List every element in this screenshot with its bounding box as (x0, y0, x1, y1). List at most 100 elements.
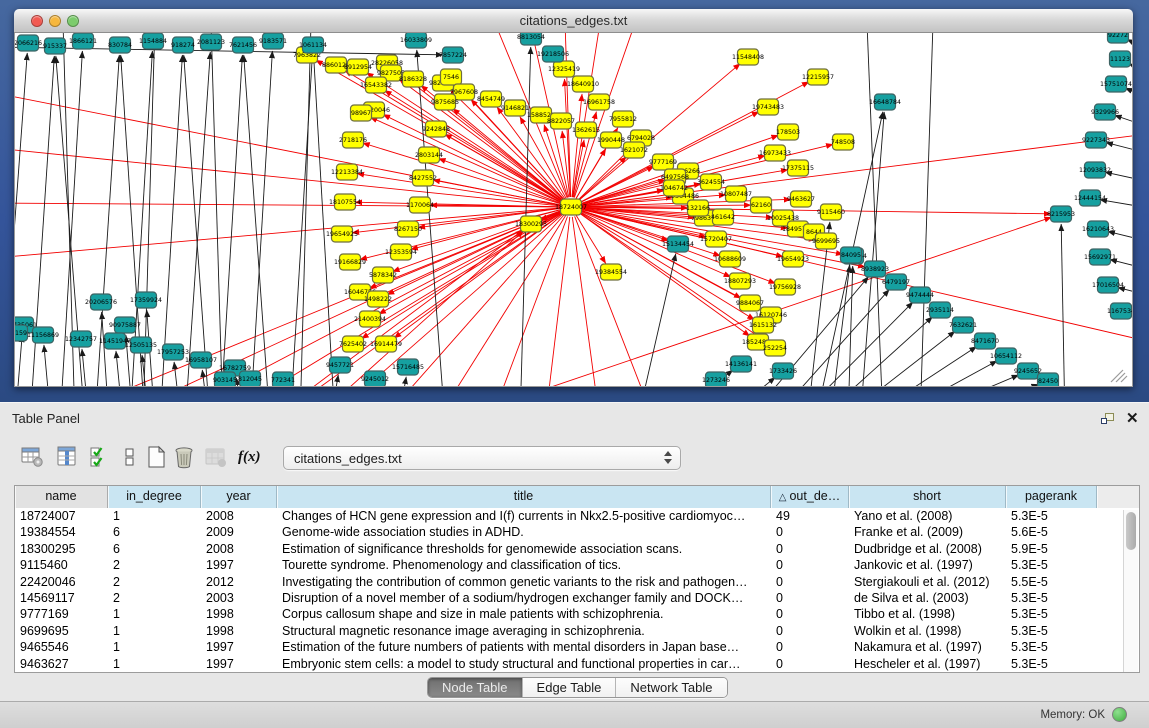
cell-title[interactable]: Changes of HCN gene expression and I(f) … (277, 508, 771, 524)
cell-in_degree[interactable]: 1 (108, 606, 201, 622)
row-height-icon[interactable] (118, 445, 144, 471)
cell-out_degree[interactable]: 0 (771, 574, 849, 590)
table-row[interactable]: 969969511998Structural magnetic resonanc… (15, 623, 1139, 639)
graph-edge[interactable] (250, 51, 272, 386)
cell-in_degree[interactable]: 1 (108, 508, 201, 524)
cell-pagerank[interactable]: 5.5E-5 (1006, 574, 1097, 590)
table-row[interactable]: 946362711997Embryonic stem cells: a mode… (15, 656, 1139, 672)
cell-pagerank[interactable]: 5.3E-5 (1006, 508, 1097, 524)
cell-out_degree[interactable]: 0 (771, 656, 849, 672)
scrollbar-thumb[interactable] (1126, 512, 1136, 550)
cell-pagerank[interactable]: 5.9E-5 (1006, 541, 1097, 557)
select-rows-icon[interactable] (88, 445, 114, 471)
graph-edge[interactable] (581, 209, 1132, 343)
close-icon[interactable]: ✕ (1126, 409, 1139, 427)
cell-out_degree[interactable]: 0 (771, 623, 849, 639)
float-window-icon[interactable] (1101, 413, 1117, 427)
graph-edge[interactable] (363, 143, 562, 204)
cell-title[interactable]: Corpus callosum shape and size in male p… (277, 606, 771, 622)
cell-year[interactable]: 1997 (201, 639, 277, 655)
canvas-resize-grip[interactable] (1111, 370, 1127, 382)
graph-edge[interactable] (1061, 224, 1065, 386)
tab-network-table[interactable]: Network Table (616, 678, 726, 697)
graph-edge[interactable] (920, 33, 933, 386)
table-row[interactable]: 911546021997Tourette syndrome. Phenomeno… (15, 557, 1139, 573)
cell-name[interactable]: 9465546 (15, 639, 108, 655)
cell-name[interactable]: 22420046 (15, 574, 108, 590)
cell-title[interactable]: Tourette syndrome. Phenomenology and cla… (277, 557, 771, 573)
cell-out_degree[interactable]: 0 (771, 606, 849, 622)
graph-edge[interactable] (300, 33, 311, 386)
cell-name[interactable]: 9463627 (15, 656, 108, 672)
graph-edge[interactable] (398, 377, 406, 386)
graph-edge[interactable] (815, 317, 933, 386)
cell-short[interactable]: Tibbo et al. (1998) (849, 606, 1006, 622)
graph-edge[interactable] (927, 384, 1039, 386)
cell-pagerank[interactable]: 5.3E-5 (1006, 606, 1097, 622)
cell-in_degree[interactable]: 2 (108, 557, 201, 573)
window-titlebar[interactable]: citations_edges.txt (14, 9, 1133, 33)
column-header-pagerank[interactable]: pagerank (1006, 486, 1097, 508)
cell-in_degree[interactable]: 6 (108, 541, 201, 557)
cell-pagerank[interactable]: 5.6E-5 (1006, 524, 1097, 540)
table-row[interactable]: 2242004622012Investigating the contribut… (15, 574, 1139, 590)
graph-edge[interactable] (490, 216, 567, 386)
cell-year[interactable]: 1997 (201, 557, 277, 573)
graph-edge[interactable] (185, 52, 210, 386)
table-row[interactable]: 1872400712008Changes of HCN gene express… (15, 508, 1139, 524)
cell-year[interactable]: 2009 (201, 524, 277, 540)
cell-name[interactable]: 9699695 (15, 623, 108, 639)
graph-edge[interactable] (174, 362, 181, 386)
graph-edge[interactable] (211, 33, 223, 386)
cell-in_degree[interactable]: 1 (108, 656, 201, 672)
cell-name[interactable]: 9115460 (15, 557, 108, 573)
graph-edge[interactable] (848, 266, 853, 386)
cell-name[interactable]: 18300295 (15, 541, 108, 557)
cell-year[interactable]: 2008 (201, 541, 277, 557)
cell-year[interactable]: 1997 (201, 656, 277, 672)
cell-in_degree[interactable]: 2 (108, 590, 201, 606)
cell-pagerank[interactable]: 5.3E-5 (1006, 639, 1097, 655)
graph-edge[interactable] (15, 335, 22, 386)
table-select[interactable]: citations_edges.txt (283, 446, 681, 470)
memory-indicator[interactable] (1112, 707, 1127, 722)
cell-title[interactable]: Genome-wide association studies in ADHD. (277, 524, 771, 540)
graph-edge[interactable] (1106, 142, 1132, 155)
function-builder-icon[interactable]: f(x) (238, 449, 264, 475)
graph-edge[interactable] (82, 349, 89, 386)
table-row[interactable]: 1456911722003Disruption of a novel membe… (15, 590, 1139, 606)
cell-name[interactable]: 19384554 (15, 524, 108, 540)
cell-year[interactable]: 2012 (201, 574, 277, 590)
cell-out_degree[interactable]: 0 (771, 590, 849, 606)
graph-edge[interactable] (793, 302, 913, 386)
cell-out_degree[interactable]: 0 (771, 541, 849, 557)
new-table-icon[interactable] (144, 445, 170, 471)
cell-title[interactable]: Embryonic stem cells: a model to study s… (277, 656, 771, 672)
graph-edge[interactable] (830, 265, 850, 386)
cell-title[interactable]: Investigating the contribution of common… (277, 574, 771, 590)
table-row[interactable]: 977716911998Corpus callosum shape and si… (15, 606, 1139, 622)
column-header-name[interactable]: name (15, 486, 108, 508)
table-settings-icon[interactable] (20, 445, 46, 471)
cell-short[interactable]: de Silva et al. (2003) (849, 590, 1006, 606)
cell-name[interactable]: 14569117 (15, 590, 108, 606)
import-table-icon[interactable] (204, 445, 230, 471)
graph-edge[interactable] (1114, 115, 1132, 129)
graph-edge[interactable] (575, 216, 655, 386)
cell-in_degree[interactable]: 6 (108, 524, 201, 540)
cell-out_degree[interactable]: 0 (771, 639, 849, 655)
column-header-year[interactable]: year (201, 486, 277, 508)
graph-edge[interactable] (160, 55, 182, 386)
graph-edge[interactable] (15, 148, 561, 206)
cell-in_degree[interactable]: 2 (108, 574, 201, 590)
delete-table-icon[interactable] (172, 445, 198, 471)
tab-node-table[interactable]: Node Table (428, 678, 523, 697)
cell-year[interactable]: 1998 (201, 623, 277, 639)
cell-year[interactable]: 2003 (201, 590, 277, 606)
graph-edge[interactable] (202, 370, 209, 386)
graph-edge[interactable] (572, 217, 600, 386)
cell-pagerank[interactable]: 5.3E-5 (1006, 623, 1097, 639)
cell-in_degree[interactable]: 1 (108, 639, 201, 655)
table-row[interactable]: 1830029562008Estimation of significance … (15, 541, 1139, 557)
column-header-in_degree[interactable]: in_degree (108, 486, 201, 508)
